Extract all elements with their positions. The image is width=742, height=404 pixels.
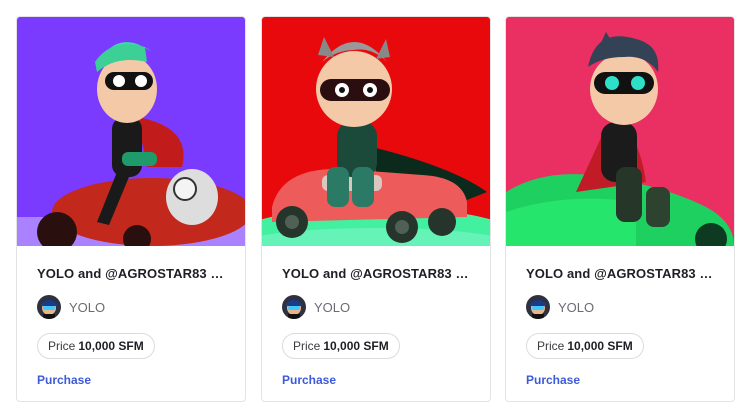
price-value: 10,000 SFM xyxy=(567,339,633,353)
nft-artwork-svg xyxy=(17,17,245,246)
price-label: Price xyxy=(537,339,565,353)
price-badge: Price 10,000 SFM xyxy=(37,333,155,359)
owner-name[interactable]: YOLO xyxy=(314,300,350,315)
nft-title[interactable]: YOLO and @AGROSTAR83 C... xyxy=(282,266,470,281)
owner-name[interactable]: YOLO xyxy=(558,300,594,315)
nft-artwork-image[interactable] xyxy=(17,17,245,246)
owner-row[interactable]: YOLO xyxy=(526,295,714,319)
nft-artwork-image[interactable] xyxy=(506,17,734,246)
avatar-image xyxy=(37,295,61,319)
nft-card-grid: YOLO and @AGROSTAR83 C... YOLO Price 10,0… xyxy=(16,16,736,402)
avatar-image xyxy=(282,295,306,319)
price-value: 10,000 SFM xyxy=(78,339,144,353)
owner-name[interactable]: YOLO xyxy=(69,300,105,315)
nft-artwork-image[interactable] xyxy=(262,17,490,246)
price-label: Price xyxy=(293,339,321,353)
nft-title[interactable]: YOLO and @AGROSTAR83 C... xyxy=(37,266,225,281)
owner-row[interactable]: YOLO xyxy=(37,295,225,319)
nft-title[interactable]: YOLO and @AGROSTAR83 C... xyxy=(526,266,714,281)
nft-artwork-svg xyxy=(506,17,734,246)
nft-card[interactable]: YOLO and @AGROSTAR83 C... YOLO Price 10,0… xyxy=(16,16,246,402)
purchase-link[interactable]: Purchase xyxy=(282,373,470,387)
purchase-link[interactable]: Purchase xyxy=(526,373,714,387)
nft-card[interactable]: YOLO and @AGROSTAR83 C... YOLO Price 10,0… xyxy=(505,16,735,402)
purchase-link[interactable]: Purchase xyxy=(37,373,225,387)
owner-avatar[interactable] xyxy=(526,295,550,319)
nft-artwork-svg xyxy=(262,17,490,246)
avatar-image xyxy=(526,295,550,319)
nft-card[interactable]: YOLO and @AGROSTAR83 C... YOLO Price 10,0… xyxy=(261,16,491,402)
price-value: 10,000 SFM xyxy=(323,339,389,353)
price-badge: Price 10,000 SFM xyxy=(282,333,400,359)
price-badge: Price 10,000 SFM xyxy=(526,333,644,359)
owner-row[interactable]: YOLO xyxy=(282,295,470,319)
owner-avatar[interactable] xyxy=(282,295,306,319)
owner-avatar[interactable] xyxy=(37,295,61,319)
price-label: Price xyxy=(48,339,76,353)
